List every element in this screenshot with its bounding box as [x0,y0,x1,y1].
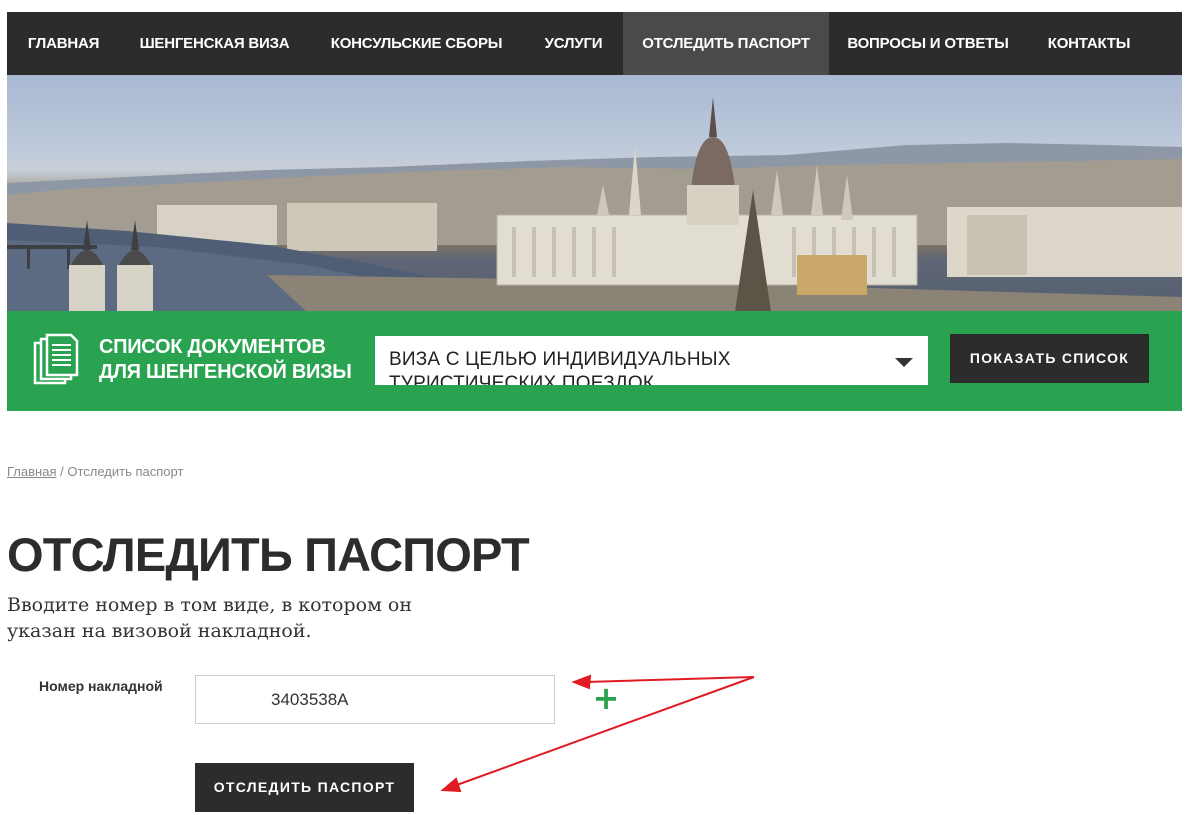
breadcrumb-home-link[interactable]: Главная [7,464,56,479]
page-subtitle: Вводите номер в том виде, в котором он у… [7,594,412,642]
nav-item-schengen-visa[interactable]: ШЕНГЕНСКАЯ ВИЗА [120,12,309,75]
annotation-arrowhead-button [440,777,462,793]
documents-icon [33,333,79,385]
waybill-number-label: Номер накладной [39,678,163,694]
nav-item-track-passport[interactable]: ОТСЛЕДИТЬ ПАСПОРТ [623,12,829,75]
plus-icon[interactable]: + [591,680,621,716]
chevron-down-icon [895,358,913,367]
show-list-button[interactable]: ПОКАЗАТЬ СПИСОК [950,334,1149,383]
annotation-arrowhead-input [571,674,592,690]
page-title: ОТСЛЕДИТЬ ПАСПОРТ [7,528,530,581]
waybill-number-input[interactable] [195,675,555,724]
visa-type-selected-value: ВИЗА С ЦЕЛЬЮ ИНДИВИДУАЛЬНЫХ ТУРИСТИЧЕСКИ… [389,349,731,385]
nav-item-home[interactable]: ГЛАВНАЯ [7,12,120,75]
breadcrumb: Главная / Отследить паспорт [7,464,183,479]
documents-title-line2: ДЛЯ ШЕНГЕНСКОЙ ВИЗЫ [99,361,352,383]
documents-title-line1: СПИСОК ДОКУМЕНТОВ [99,336,326,358]
breadcrumb-separator: / [56,464,68,479]
breadcrumb-current: Отследить паспорт [67,464,184,479]
documents-bar: СПИСОК ДОКУМЕНТОВ ДЛЯ ШЕНГЕНСКОЙ ВИЗЫ ВИ… [7,311,1182,411]
nav-item-services[interactable]: УСЛУГИ [524,12,623,75]
nav-item-consular-fees[interactable]: КОНСУЛЬСКИЕ СБОРЫ [309,12,524,75]
main-nav: ГЛАВНАЯ ШЕНГЕНСКАЯ ВИЗА КОНСУЛЬСКИЕ СБОР… [7,12,1182,75]
nav-item-contacts[interactable]: КОНТАКТЫ [1027,12,1151,75]
track-passport-button[interactable]: ОТСЛЕДИТЬ ПАСПОРТ [195,763,414,812]
city-panorama-image [7,75,1182,312]
documents-title: СПИСОК ДОКУМЕНТОВ ДЛЯ ШЕНГЕНСКОЙ ВИЗЫ [99,335,359,385]
visa-type-select[interactable]: ВИЗА С ЦЕЛЬЮ ИНДИВИДУАЛЬНЫХ ТУРИСТИЧЕСКИ… [375,336,928,385]
nav-item-faq[interactable]: ВОПРОСЫ И ОТВЕТЫ [829,12,1027,75]
